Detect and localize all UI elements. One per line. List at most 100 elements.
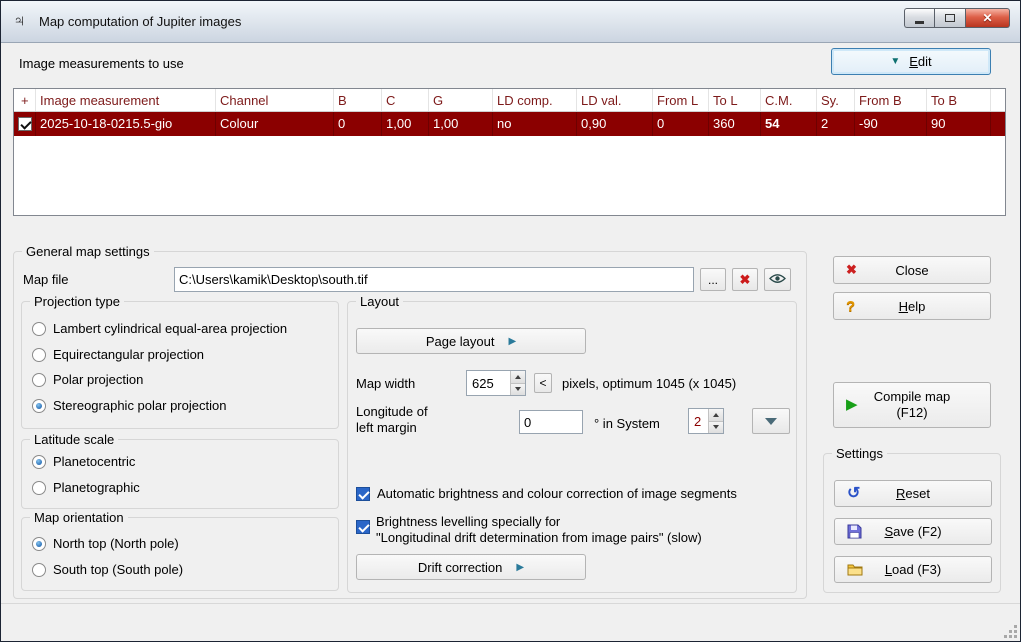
auto-brightness-label: Automatic brightness and colour correcti…	[377, 486, 737, 501]
reset-undo-icon: ↺	[847, 487, 860, 501]
layout-label: Layout	[356, 294, 403, 309]
radio-planetographic[interactable]: Planetographic	[32, 480, 140, 495]
map-width-down-button[interactable]	[511, 384, 525, 396]
radio-polar-projection[interactable]: Polar projection	[32, 372, 143, 387]
compile-map-button[interactable]: ▶ Compile map (F12)	[833, 382, 991, 428]
close-x-icon: ✖	[846, 262, 857, 278]
auto-brightness-checkbox-row[interactable]: Automatic brightness and colour correcti…	[356, 486, 737, 501]
resize-grip[interactable]	[1004, 625, 1017, 638]
cell-to-b: 90	[927, 112, 991, 136]
edit-button[interactable]: ▼ Edit	[831, 48, 991, 75]
radio-icon	[32, 537, 46, 551]
map-file-browse-button[interactable]: ...	[700, 268, 726, 291]
radio-label: Planetocentric	[53, 454, 135, 469]
help-button[interactable]: ? Help	[833, 292, 991, 320]
map-width-up-button[interactable]	[511, 371, 525, 384]
save-disk-icon	[847, 524, 862, 539]
radio-lambert-projection[interactable]: Lambert cylindrical equal-area projectio…	[32, 321, 287, 336]
table-row[interactable]: 2025-10-18-0215.5-gio Colour 0 1,00 1,00…	[14, 112, 1005, 136]
compile-map-label-line1: Compile map	[874, 389, 951, 405]
brightness-levelling-label-line1: Brightness levelling specially for	[376, 514, 560, 529]
map-width-decrease-button[interactable]: <	[534, 373, 552, 393]
map-width-label: Map width	[356, 376, 415, 391]
system-down-button[interactable]	[709, 422, 723, 434]
page-layout-button[interactable]: Page layout ▶	[356, 328, 586, 354]
layout-group: Layout Page layout ▶ Map width < pixels,…	[347, 301, 797, 593]
row-use-checkbox[interactable]	[18, 117, 32, 131]
maximize-button[interactable]	[934, 8, 966, 28]
reset-button[interactable]: ↺ Reset	[834, 480, 992, 507]
system-up-button[interactable]	[709, 409, 723, 422]
minimize-icon	[915, 21, 924, 24]
longitude-label-line1: Longitude of	[356, 404, 428, 419]
close-window-button[interactable]: ✕	[966, 8, 1010, 28]
save-button-label: Save (F2)	[884, 524, 941, 539]
radio-label: Equirectangular projection	[53, 347, 204, 362]
map-orientation-label: Map orientation	[30, 510, 128, 525]
map-width-stepper	[466, 370, 526, 396]
load-button-label: Load (F3)	[885, 562, 941, 577]
close-button[interactable]: ✖ Close	[833, 256, 991, 284]
radio-icon	[32, 373, 46, 387]
settings-group-label: Settings	[832, 446, 887, 461]
app-icon: ♃	[13, 12, 26, 30]
brightness-levelling-checkbox[interactable]	[356, 520, 370, 534]
edit-button-label: Edit	[909, 54, 931, 69]
drift-correction-button[interactable]: Drift correction ▶	[356, 554, 586, 580]
brightness-levelling-checkbox-row[interactable]	[356, 520, 370, 534]
column-header-g: G	[429, 89, 493, 111]
system-dropdown-button[interactable]	[752, 408, 790, 434]
compile-map-label-line2: (F12)	[896, 405, 927, 421]
titlebar[interactable]: ♃ Map computation of Jupiter images ✕	[1, 1, 1020, 43]
map-file-delete-button[interactable]: ✖	[732, 268, 758, 291]
radio-stereographic-polar-projection[interactable]: Stereographic polar projection	[32, 398, 226, 413]
load-button[interactable]: Load (F3)	[834, 556, 992, 583]
map-width-input[interactable]	[467, 371, 510, 395]
cell-filler	[991, 112, 1005, 136]
radio-icon	[32, 455, 46, 469]
column-header-from-l: From L	[653, 89, 709, 111]
map-computation-window: ♃ Map computation of Jupiter images ✕ Im…	[0, 0, 1021, 642]
table-header-row: + Image measurement Channel B C G LD com…	[14, 89, 1005, 112]
map-orientation-group: Map orientation North top (North pole) S…	[21, 517, 339, 591]
submenu-arrow-icon: ▶	[516, 562, 524, 573]
eye-icon	[769, 273, 786, 287]
column-header-ld-comp: LD comp.	[493, 89, 577, 111]
dropdown-arrow-icon	[765, 418, 777, 425]
cell-image-measurement: 2025-10-18-0215.5-gio	[36, 112, 216, 136]
down-arrow-icon	[713, 425, 719, 429]
longitude-input[interactable]	[519, 410, 583, 434]
radio-south-top[interactable]: South top (South pole)	[32, 562, 183, 577]
map-file-preview-button[interactable]	[764, 268, 791, 291]
reset-button-label: Reset	[896, 486, 930, 501]
radio-label: Lambert cylindrical equal-area projectio…	[53, 321, 287, 336]
column-header-plus: +	[14, 89, 36, 111]
column-header-b: B	[334, 89, 382, 111]
up-arrow-icon	[515, 375, 521, 379]
cell-from-l: 0	[653, 112, 709, 136]
cell-to-l: 360	[709, 112, 761, 136]
column-header-filler	[991, 89, 1005, 111]
radio-label: Planetographic	[53, 480, 140, 495]
radio-icon	[32, 322, 46, 336]
column-header-sy: Sy.	[817, 89, 855, 111]
cell-ld-val: 0,90	[577, 112, 653, 136]
radio-icon	[32, 481, 46, 495]
save-button[interactable]: Save (F2)	[834, 518, 992, 545]
projection-type-label: Projection type	[30, 294, 124, 309]
help-icon: ?	[846, 298, 855, 315]
column-header-from-b: From B	[855, 89, 927, 111]
radio-equirectangular-projection[interactable]: Equirectangular projection	[32, 347, 204, 362]
cell-c: 1,00	[382, 112, 429, 136]
system-input[interactable]	[689, 409, 708, 433]
minimize-button[interactable]	[904, 8, 934, 28]
radio-planetocentric[interactable]: Planetocentric	[32, 454, 135, 469]
radio-icon	[32, 399, 46, 413]
window-title: Map computation of Jupiter images	[39, 14, 241, 29]
help-button-label: Help	[899, 299, 926, 314]
radio-north-top[interactable]: North top (North pole)	[32, 536, 179, 551]
latitude-scale-group: Latitude scale Planetocentric Planetogra…	[21, 439, 339, 509]
auto-brightness-checkbox[interactable]	[356, 487, 370, 501]
caption-buttons: ✕	[904, 8, 1010, 28]
map-file-input[interactable]	[174, 267, 694, 292]
